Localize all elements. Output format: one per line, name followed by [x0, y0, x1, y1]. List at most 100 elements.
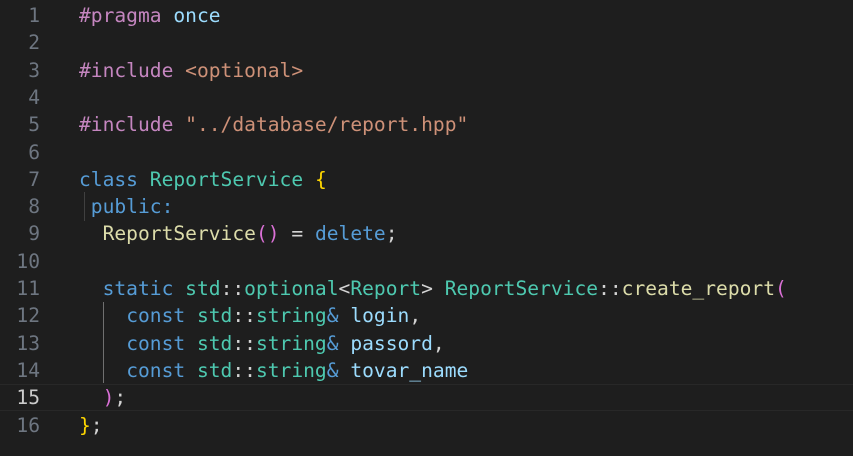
code-line[interactable]: 2: [0, 29, 853, 56]
code-token: optional: [244, 277, 339, 300]
code-line[interactable]: 7 class ReportService {: [0, 166, 853, 193]
line-number: 10: [16, 249, 40, 273]
code-text[interactable]: class ReportService {: [79, 166, 327, 193]
code-token: login: [350, 304, 410, 328]
code-token: ReportService: [149, 167, 304, 191]
code-token: :: [161, 195, 174, 219]
code-token: <: [338, 277, 351, 300]
code-text[interactable]: };: [79, 412, 103, 439]
code-token: once: [173, 4, 221, 27]
code-text[interactable]: #pragma once: [79, 2, 221, 29]
code-token: std: [196, 331, 233, 355]
line-number: 6: [28, 140, 40, 164]
line-number: 9: [28, 222, 40, 246]
line-number: 12: [16, 304, 40, 328]
code-line[interactable]: 15 );: [0, 384, 853, 412]
code-line[interactable]: 5 #include "../database/report.hpp": [0, 111, 853, 138]
code-token: &: [326, 358, 339, 382]
code-token: ::: [232, 304, 256, 328]
code-text[interactable]: static std::optional<Report> ReportServi…: [79, 275, 787, 302]
code-token: ::: [220, 277, 245, 300]
code-token: ::: [232, 331, 256, 355]
code-line[interactable]: 4: [0, 84, 853, 111]
code-editor[interactable]: 1 #pragma once 2 3 #include <optional> 4 5 #inc…: [0, 0, 853, 456]
code-token: ): [102, 386, 115, 410]
code-token: string: [255, 304, 327, 328]
code-line[interactable]: 14 const std::string& tovar_name: [0, 357, 853, 384]
code-text[interactable]: const std::string& passord,: [79, 330, 445, 357]
line-number: 4: [28, 85, 40, 109]
code-token: ;: [90, 413, 103, 437]
code-token: &: [326, 331, 339, 355]
code-token: <optional>: [185, 58, 304, 82]
code-token: ;: [385, 222, 398, 246]
line-number: 2: [28, 31, 40, 55]
code-text[interactable]: #include "../database/report.hpp": [79, 111, 468, 138]
line-number: 1: [28, 4, 40, 27]
code-token: tovar_name: [350, 358, 469, 382]
code-token: #pragma: [79, 4, 162, 27]
code-line[interactable]: 10: [0, 248, 853, 275]
code-line[interactable]: 13 const std::string& passord,: [0, 330, 853, 357]
indent-guide: [84, 192, 85, 221]
code-line[interactable]: 16};: [0, 412, 853, 439]
code-token: ReportService: [444, 277, 599, 300]
code-token: string: [255, 358, 327, 382]
code-line[interactable]: 3 #include <optional>: [0, 57, 853, 84]
code-token: public: [90, 195, 162, 219]
code-token: {: [314, 167, 327, 191]
code-line[interactable]: 11 static std::optional<Report> ReportSe…: [0, 275, 853, 302]
code-token: delete: [314, 222, 386, 246]
line-number: 15: [16, 386, 40, 410]
code-token: class: [79, 167, 138, 191]
code-token: const: [126, 304, 186, 328]
code-line[interactable]: 6: [0, 139, 853, 166]
code-text[interactable]: #include <optional>: [79, 57, 303, 84]
code-token: "../database/report.hpp": [185, 113, 469, 137]
code-token: (): [255, 222, 280, 246]
code-line[interactable]: 12 const std::string& login,: [0, 302, 853, 329]
code-line[interactable]: 1 #pragma once: [0, 2, 853, 29]
code-token: ,: [409, 304, 422, 328]
code-token: (: [775, 277, 787, 300]
line-number: 7: [28, 167, 40, 191]
code-token: string: [255, 331, 327, 355]
code-line[interactable]: 8 public:: [0, 193, 853, 220]
code-text[interactable]: public:: [79, 193, 174, 220]
code-token: create_report: [621, 277, 776, 300]
code-token: ReportService: [102, 222, 256, 246]
code-token: >: [421, 277, 445, 300]
code-text[interactable]: ReportService() = delete;: [79, 220, 398, 247]
code-token: std: [196, 358, 233, 382]
line-number: 16: [16, 413, 40, 437]
code-token: passord: [350, 331, 433, 355]
code-token: #include: [79, 58, 174, 82]
line-number: 11: [16, 277, 40, 300]
code-line[interactable]: 9 ReportService() = delete;: [0, 220, 853, 247]
code-token: const: [126, 331, 186, 355]
code-text[interactable]: const std::string& login,: [79, 302, 421, 329]
code-text[interactable]: );: [79, 385, 127, 410]
code-token: #include: [79, 113, 174, 137]
indent-guide-active: [103, 302, 104, 383]
code-text[interactable]: const std::string& tovar_name: [79, 357, 468, 384]
code-token: Report: [350, 277, 422, 300]
code-token: const: [126, 358, 186, 382]
code-token: ::: [232, 358, 256, 382]
line-number: 5: [28, 113, 40, 137]
code-token: }: [79, 413, 91, 437]
code-token: ,: [432, 331, 445, 355]
